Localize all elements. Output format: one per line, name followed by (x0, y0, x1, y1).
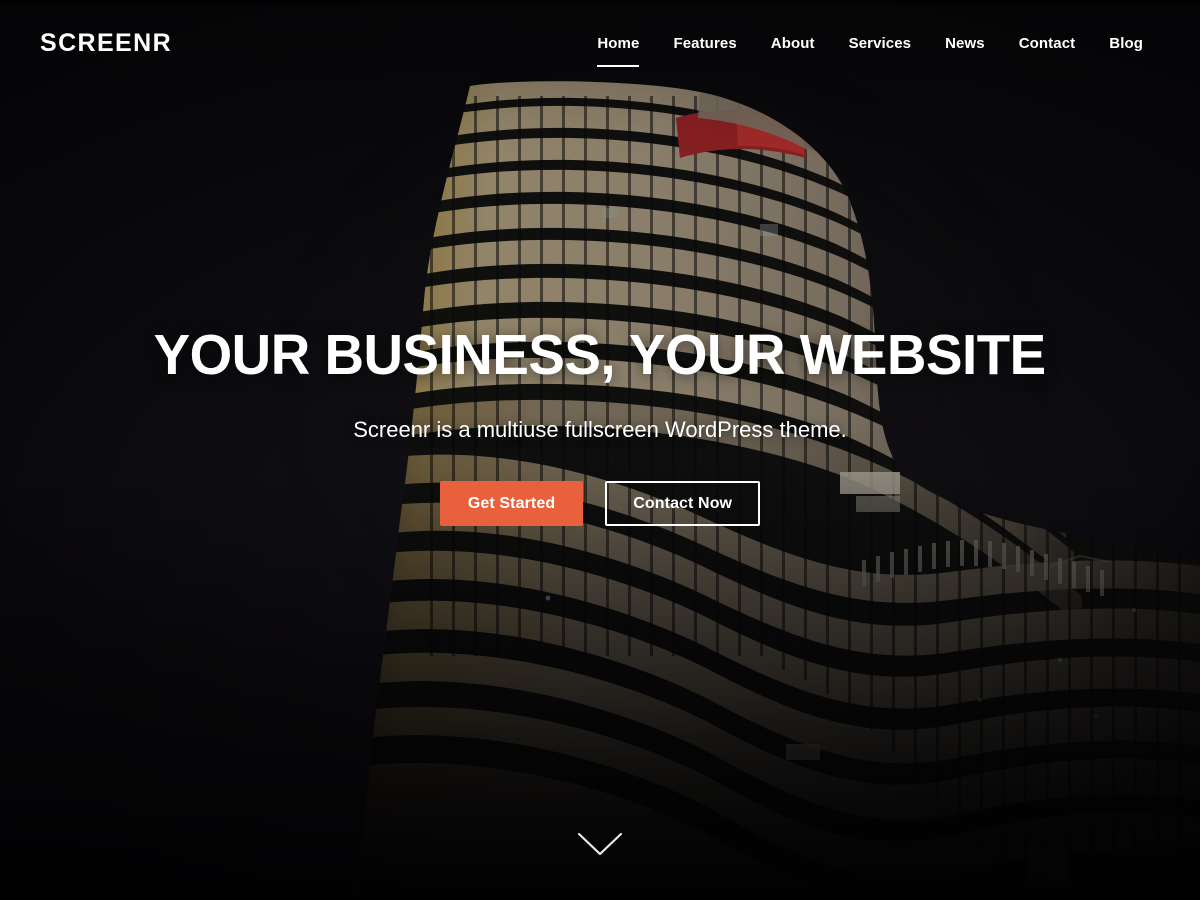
primary-navigation: Home Features About Services News Contac… (580, 36, 1160, 67)
nav-item-blog[interactable]: Blog (1092, 36, 1160, 51)
contact-now-button[interactable]: Contact Now (605, 481, 761, 527)
get-started-button[interactable]: Get Started (439, 481, 584, 527)
nav-item-services[interactable]: Services (832, 36, 929, 51)
hero-headline: YOUR BUSINESS, YOUR WEBSITE (153, 322, 1047, 387)
nav-item-news[interactable]: News (928, 36, 1002, 51)
hero-subheadline: Screenr is a multiuse fullscreen WordPre… (353, 416, 847, 442)
nav-item-contact[interactable]: Contact (1002, 36, 1093, 51)
nav-item-about[interactable]: About (754, 36, 832, 51)
site-logo[interactable]: SCREENR (40, 30, 172, 56)
site-header: SCREENR Home Features About Services New… (0, 0, 1200, 86)
nav-item-home[interactable]: Home (580, 36, 656, 67)
chevron-down-icon (576, 830, 624, 858)
scroll-down-button[interactable] (576, 830, 624, 858)
hero-section: SCREENR Home Features About Services New… (0, 0, 1200, 900)
hero-cta-group: Get Started Contact Now (439, 481, 761, 527)
nav-item-features[interactable]: Features (656, 36, 753, 51)
hero-content: YOUR BUSINESS, YOUR WEBSITE Screenr is a… (0, 0, 1200, 900)
